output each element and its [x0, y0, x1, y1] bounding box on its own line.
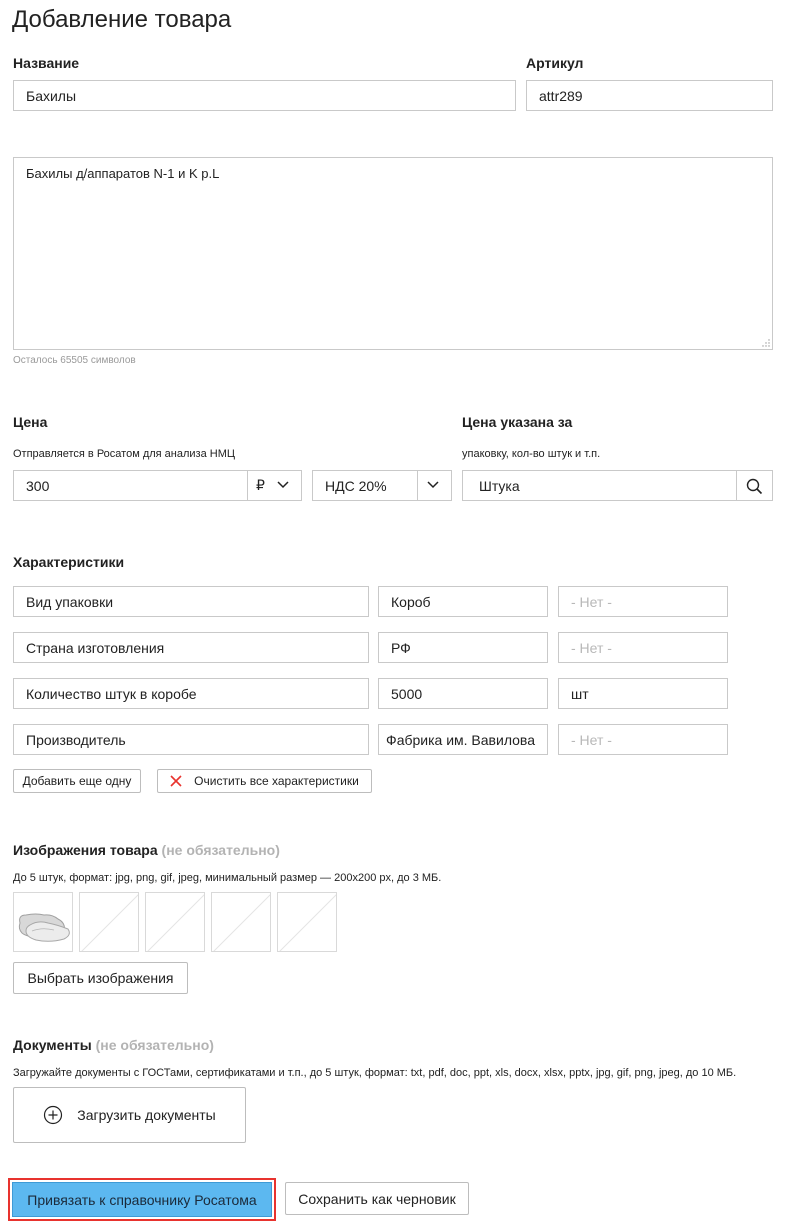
save-draft-label: Сохранить как черновик: [298, 1190, 456, 1207]
char-name-value: Страна изготовления: [26, 639, 165, 656]
documents-label: Документы: [13, 1037, 92, 1053]
char-name-input[interactable]: Производитель: [13, 724, 369, 755]
char-unit-input[interactable]: - Нет -: [558, 724, 728, 755]
shoe-cover-image: [18, 913, 70, 942]
choose-images-label: Выбрать изображения: [27, 970, 174, 986]
clear-characteristics-button[interactable]: Очистить все характеристики: [157, 769, 372, 793]
documents-hint: Загружайте документы с ГОСТами, сертифик…: [13, 1067, 737, 1079]
chevron-down-icon[interactable]: [427, 481, 439, 489]
chevron-down-icon[interactable]: [277, 481, 289, 489]
vat-select[interactable]: НДС 20%: [312, 470, 452, 501]
char-value-value: 5000: [391, 685, 423, 702]
description-counter: Осталось 65505 символов: [13, 355, 136, 366]
link-to-rosatom-catalog-button[interactable]: Привязать к справочнику Росатома: [12, 1182, 272, 1217]
char-name-input[interactable]: Вид упаковки: [13, 586, 369, 617]
documents-heading: Документы (не обязательно): [13, 1037, 214, 1053]
char-value-input[interactable]: Короб: [378, 586, 548, 617]
documents-optional: (не обязательно): [95, 1037, 214, 1053]
images-optional: (не обязательно): [161, 842, 280, 858]
image-slot-empty[interactable]: [277, 892, 337, 952]
choose-images-button[interactable]: Выбрать изображения: [13, 962, 188, 994]
add-characteristic-button[interactable]: Добавить еще одну: [13, 769, 141, 793]
sku-input[interactable]: attr289: [526, 80, 773, 111]
page-title: Добавление товара: [12, 6, 232, 33]
empty-slot-icon: [147, 894, 204, 951]
primary-button-highlight: Привязать к справочнику Росатома: [8, 1178, 276, 1221]
empty-slot-icon: [81, 894, 138, 951]
empty-slot-icon: [279, 894, 336, 951]
upload-documents-button[interactable]: Загрузить документы: [13, 1087, 246, 1143]
image-thumbnail[interactable]: [13, 892, 73, 952]
char-value-input[interactable]: РФ: [378, 632, 548, 663]
name-input[interactable]: Бахилы: [13, 80, 516, 111]
images-label: Изображения товара: [13, 842, 158, 858]
characteristics-label: Характеристики: [13, 554, 125, 570]
empty-slot-icon: [213, 894, 270, 951]
vat-select-value: НДС 20%: [325, 477, 387, 494]
char-name-input[interactable]: Страна изготовления: [13, 632, 369, 663]
currency-symbol[interactable]: ₽: [256, 477, 265, 494]
char-value-input[interactable]: Фабрика им. Вавилова: [378, 724, 548, 755]
char-value-input[interactable]: 5000: [378, 678, 548, 709]
char-name-value: Вид упаковки: [26, 593, 114, 610]
clear-characteristics-label: Очистить все характеристики: [194, 774, 359, 788]
sku-input-value: attr289: [539, 87, 583, 104]
price-divider: [247, 471, 248, 500]
price-unit-input[interactable]: Штука: [462, 470, 773, 501]
price-input-value: 300: [26, 477, 50, 494]
image-slot-empty[interactable]: [145, 892, 205, 952]
char-unit-placeholder: - Нет -: [571, 731, 612, 748]
description-value: Бахилы д/аппаратов N-1 и K p.L: [26, 166, 220, 181]
price-label: Цена: [13, 414, 48, 430]
price-input[interactable]: 300 ₽: [13, 470, 302, 501]
char-unit-placeholder: - Нет -: [571, 593, 612, 610]
upload-documents-label: Загрузить документы: [77, 1107, 216, 1123]
name-input-value: Бахилы: [26, 87, 77, 104]
price-hint: Отправляется в Росатом для анализа НМЦ: [13, 448, 236, 460]
search-icon[interactable]: [746, 478, 763, 495]
link-to-rosatom-catalog-label: Привязать к справочнику Росатома: [27, 1191, 257, 1208]
char-unit-value: шт: [571, 685, 589, 702]
char-name-input[interactable]: Количество штук в коробе: [13, 678, 369, 709]
sku-label: Артикул: [526, 55, 584, 71]
char-value-value: Фабрика им. Вавилова: [386, 731, 535, 748]
char-unit-input[interactable]: шт: [558, 678, 728, 709]
price-unit-divider: [736, 471, 737, 500]
image-slot-empty[interactable]: [79, 892, 139, 952]
name-label: Название: [13, 55, 80, 71]
price-unit-label: Цена указана за: [462, 414, 573, 430]
plus-circle-icon: [44, 1105, 63, 1125]
description-textarea[interactable]: Бахилы д/аппаратов N-1 и K p.L: [13, 157, 773, 350]
vat-divider: [417, 471, 418, 500]
price-unit-value: Штука: [479, 477, 520, 494]
resize-handle-icon[interactable]: [762, 339, 770, 347]
close-icon: [170, 775, 182, 787]
image-slot-empty[interactable]: [211, 892, 271, 952]
char-name-value: Производитель: [26, 731, 126, 748]
char-unit-input[interactable]: - Нет -: [558, 586, 728, 617]
char-unit-placeholder: - Нет -: [571, 639, 612, 656]
char-name-value: Количество штук в коробе: [26, 685, 197, 702]
images-hint: До 5 штук, формат: jpg, png, gif, jpeg, …: [13, 872, 442, 884]
add-characteristic-label: Добавить еще одну: [22, 774, 132, 788]
images-heading: Изображения товара (не обязательно): [13, 842, 280, 858]
char-value-value: Короб: [391, 593, 431, 610]
char-value-value: РФ: [391, 639, 411, 656]
char-unit-input[interactable]: - Нет -: [558, 632, 728, 663]
price-unit-hint: упаковку, кол-во штук и т.п.: [462, 448, 601, 460]
save-draft-button[interactable]: Сохранить как черновик: [285, 1182, 469, 1215]
